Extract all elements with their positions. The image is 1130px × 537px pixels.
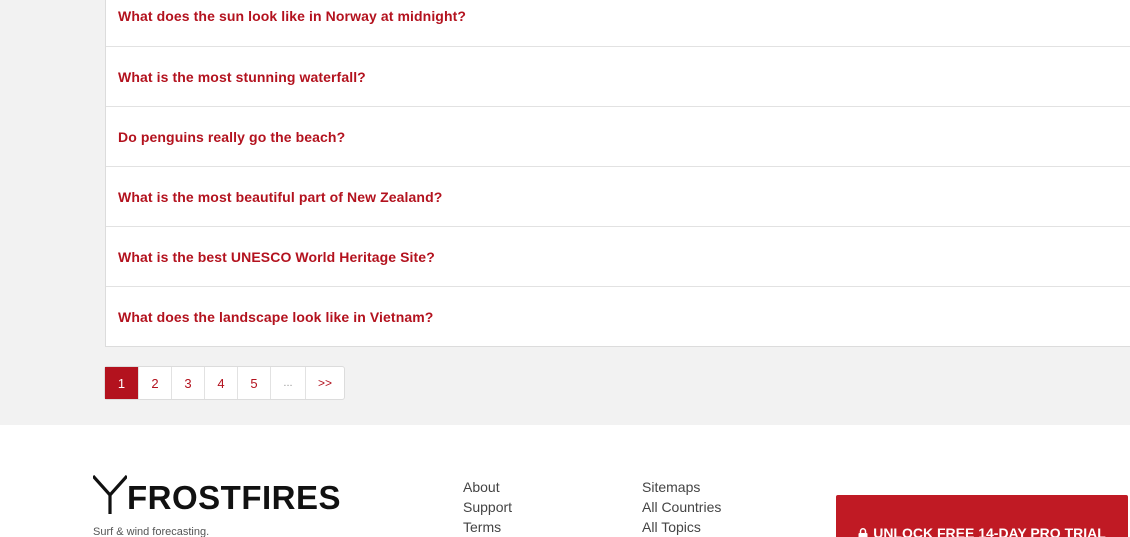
question-item[interactable]: What is the most stunning waterfall? [106,46,1130,106]
question-link[interactable]: Do penguins really go the beach? [118,129,345,145]
question-item[interactable]: What is the most beautiful part of New Z… [106,166,1130,226]
question-link[interactable]: What is the most stunning waterfall? [118,69,366,85]
page-button-4[interactable]: 4 [204,367,237,399]
footer-link-about[interactable]: About [463,477,512,497]
page-ellipsis: ... [270,367,305,399]
question-link[interactable]: What is the most beautiful part of New Z… [118,189,442,205]
footer-link-terms[interactable]: Terms [463,517,512,537]
brand-tagline: Surf & wind forecasting. [93,526,210,537]
page-button-3[interactable]: 3 [171,367,204,399]
question-list: What does the sun look like in Norway at… [105,0,1130,347]
question-item[interactable]: What is the best UNESCO World Heritage S… [106,226,1130,286]
page-button-2[interactable]: 2 [138,367,171,399]
footer-links-col2: Sitemaps All Countries All Topics [642,477,721,537]
footer-links-col1: About Support Terms [463,477,512,537]
brand-name: FROSTFIRES [127,479,342,516]
page-next-button[interactable]: >> [305,367,344,399]
lock-icon [858,528,868,537]
footer-link-support[interactable]: Support [463,497,512,517]
footer: FROSTFIRES Surf & wind forecasting. Abou… [0,425,1130,537]
brand-logo[interactable]: FROSTFIRES [93,475,341,515]
unlock-trial-label: UNLOCK FREE 14-DAY PRO TRIAL [873,525,1106,537]
question-item[interactable]: Do penguins really go the beach? [106,106,1130,166]
page-button-1[interactable]: 1 [105,367,138,399]
footer-link-all-countries[interactable]: All Countries [642,497,721,517]
question-item[interactable]: What does the sun look like in Norway at… [106,0,1130,46]
page: What does the sun look like in Norway at… [0,0,1130,537]
pagination: 1 2 3 4 5 ... >> [104,366,345,400]
footer-link-all-topics[interactable]: All Topics [642,517,721,537]
antler-logo-icon [93,475,127,514]
question-link[interactable]: What does the landscape look like in Vie… [118,309,433,325]
page-button-5[interactable]: 5 [237,367,270,399]
question-item[interactable]: What does the landscape look like in Vie… [106,286,1130,346]
footer-link-sitemaps[interactable]: Sitemaps [642,477,721,497]
unlock-trial-button[interactable]: UNLOCK FREE 14-DAY PRO TRIAL [836,495,1128,537]
question-link[interactable]: What does the sun look like in Norway at… [118,8,466,24]
question-link[interactable]: What is the best UNESCO World Heritage S… [118,249,435,265]
